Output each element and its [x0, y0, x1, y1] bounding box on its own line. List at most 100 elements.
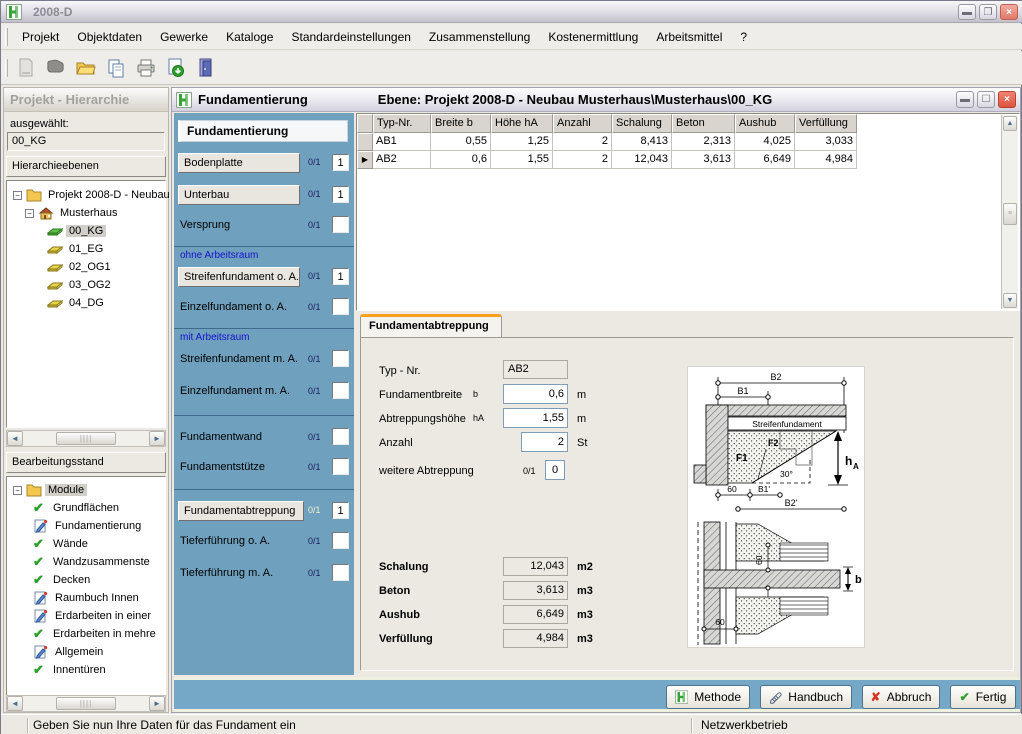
menu-arbeitsmittel[interactable]: Arbeitsmittel	[647, 26, 731, 48]
status-item[interactable]: Fundamentierung	[33, 517, 144, 535]
tree-node-module[interactable]: − Module	[13, 481, 87, 499]
module-tieferfuehrung-ma-label[interactable]: Tieferführung m. A.	[180, 567, 273, 581]
module-count-box[interactable]: 1	[332, 154, 349, 171]
status-hscrollbar[interactable]: ◄ |||| ►	[6, 695, 166, 712]
scroll-right-icon[interactable]: ►	[149, 696, 165, 711]
hierarchy-hscrollbar[interactable]: ◄ |||| ►	[6, 430, 166, 447]
table-row[interactable]: AB1 0,55 1,25 2 8,413 2,313 4,025 3,033	[357, 133, 1019, 151]
module-count-box[interactable]	[332, 428, 349, 445]
module-einzelfundament-ma-label[interactable]: Einzelfundament m. A.	[180, 385, 290, 399]
module-count-box[interactable]	[332, 382, 349, 399]
tree-node-floor[interactable]: 00_KG	[47, 222, 106, 240]
inner-minimize-button[interactable]: ▬	[956, 91, 974, 108]
anzahl-input[interactable]	[521, 432, 568, 452]
hierarchy-levels-header[interactable]: Hierarchieebenen	[6, 156, 166, 177]
scroll-thumb[interactable]: ||||	[56, 697, 116, 710]
menu-kostenermittlung[interactable]: Kostenermittlung	[539, 26, 647, 48]
col-breite[interactable]: Breite b	[431, 114, 491, 133]
print-icon[interactable]	[133, 55, 159, 81]
module-count-box[interactable]	[332, 532, 349, 549]
inner-maximize-button[interactable]: ☐	[977, 91, 995, 108]
col-hoehe[interactable]: Höhe hA	[491, 114, 553, 133]
weitere-input[interactable]	[545, 460, 565, 480]
restore-button[interactable]: ❐	[979, 4, 997, 20]
status-item[interactable]: Erdarbeiten in einer	[33, 607, 154, 625]
copy-icon[interactable]	[103, 55, 129, 81]
module-unterbau-button[interactable]: Unterbau	[178, 185, 300, 205]
status-item[interactable]: ✔Erdarbeiten in mehre	[33, 625, 159, 643]
menu-zusammenstellung[interactable]: Zusammenstellung	[420, 26, 539, 48]
module-fundamentabtreppung-button[interactable]: Fundamentabtreppung	[178, 501, 304, 521]
fertig-button[interactable]: ✔ Fertig	[950, 685, 1016, 709]
tree-node-project[interactable]: − Projekt 2008-D - Neubau	[13, 186, 173, 204]
selected-value-field[interactable]: 00_KG	[7, 132, 165, 151]
col-beton[interactable]: Beton	[672, 114, 735, 133]
module-count-box[interactable]: 1	[332, 186, 349, 203]
methode-button[interactable]: Methode	[666, 685, 750, 709]
menu-kataloge[interactable]: Kataloge	[217, 26, 282, 48]
scroll-down-icon[interactable]: ▼	[1003, 293, 1017, 308]
refresh-export-icon[interactable]	[163, 55, 189, 81]
handbuch-button[interactable]: Handbuch	[760, 685, 852, 709]
bearbeitungsstand-header[interactable]: Bearbeitungsstand	[6, 452, 166, 473]
scroll-right-icon[interactable]: ►	[149, 431, 165, 446]
tab-fundamentabtreppung[interactable]: Fundamentabtreppung	[360, 314, 502, 337]
collapse-icon[interactable]: −	[25, 209, 34, 218]
scroll-left-icon[interactable]: ◄	[7, 431, 23, 446]
table-row-selected[interactable]: ▶ AB2 0,6 1,55 2 12,043 3,613 6,649 4,98…	[357, 151, 1019, 169]
module-count-box[interactable]: 1	[332, 502, 349, 519]
status-item[interactable]: ✔Innentüren	[33, 661, 109, 679]
module-versprung-label[interactable]: Versprung	[180, 219, 230, 233]
tree-node-floor[interactable]: 03_OG2	[47, 276, 114, 294]
module-fundamentwand-label[interactable]: Fundamentwand	[180, 431, 262, 445]
table-vscrollbar[interactable]: ▲ ≡ ▼	[1001, 115, 1018, 309]
module-streifenfundament-oa-button[interactable]: Streifenfundament o. A.	[178, 267, 300, 287]
minimize-button[interactable]: ▬	[958, 4, 976, 20]
module-count-box[interactable]: 1	[332, 268, 349, 285]
status-item[interactable]: ✔Grundflächen	[33, 499, 122, 517]
module-count-box[interactable]	[332, 298, 349, 315]
exit-door-icon[interactable]	[193, 55, 219, 81]
menu-help[interactable]: ?	[731, 26, 756, 48]
status-item[interactable]: ✔Wandzusammenste	[33, 553, 153, 571]
scroll-left-icon[interactable]: ◄	[7, 696, 23, 711]
module-count-box[interactable]	[332, 216, 349, 233]
col-verfuellung[interactable]: Verfüllung	[795, 114, 857, 133]
module-einzelfundament-oa-label[interactable]: Einzelfundament o. A.	[180, 301, 287, 315]
menu-gewerke[interactable]: Gewerke	[151, 26, 217, 48]
hoehe-input[interactable]	[503, 408, 568, 428]
col-aushub[interactable]: Aushub	[735, 114, 795, 133]
menu-projekt[interactable]: Projekt	[13, 26, 68, 48]
module-streifenfundament-ma-label[interactable]: Streifenfundament m. A.	[180, 353, 298, 367]
col-schalung[interactable]: Schalung	[612, 114, 672, 133]
tree-node-building[interactable]: − Musterhaus	[25, 204, 120, 222]
scroll-thumb[interactable]: ≡	[1003, 203, 1017, 225]
scroll-up-icon[interactable]: ▲	[1003, 116, 1017, 131]
module-bodenplatte-button[interactable]: Bodenplatte	[178, 153, 300, 173]
module-count-box[interactable]	[332, 458, 349, 475]
status-item[interactable]: Raumbuch Innen	[33, 589, 142, 607]
status-item[interactable]: ✔Decken	[33, 571, 93, 589]
close-button[interactable]: ×	[1000, 4, 1018, 20]
scroll-thumb[interactable]: ||||	[56, 432, 116, 445]
menu-standardeinstellungen[interactable]: Standardeinstellungen	[282, 26, 419, 48]
module-count-box[interactable]	[332, 564, 349, 581]
new-document-icon[interactable]	[13, 55, 39, 81]
module-count-box[interactable]	[332, 350, 349, 367]
module-tieferfuehrung-oa-label[interactable]: Tieferführung o. A.	[180, 535, 270, 549]
inner-close-button[interactable]: ×	[998, 91, 1016, 108]
col-anzahl[interactable]: Anzahl	[553, 114, 612, 133]
col-typnr[interactable]: Typ-Nr.	[373, 114, 431, 133]
collapse-icon[interactable]: −	[13, 191, 22, 200]
abbruch-button[interactable]: ✘ Abbruch	[862, 685, 940, 709]
status-item[interactable]: Allgemein	[33, 643, 106, 661]
tree-node-floor[interactable]: 02_OG1	[47, 258, 114, 276]
status-item[interactable]: ✔Wände	[33, 535, 91, 553]
tree-node-floor[interactable]: 04_DG	[47, 294, 107, 312]
collapse-icon[interactable]: −	[13, 486, 22, 495]
folder-open-icon[interactable]	[73, 55, 99, 81]
breite-input[interactable]	[503, 384, 568, 404]
menu-objektdaten[interactable]: Objektdaten	[68, 26, 151, 48]
module-fundamentstuetze-label[interactable]: Fundamentstütze	[180, 461, 265, 475]
tree-node-floor[interactable]: 01_EG	[47, 240, 106, 258]
